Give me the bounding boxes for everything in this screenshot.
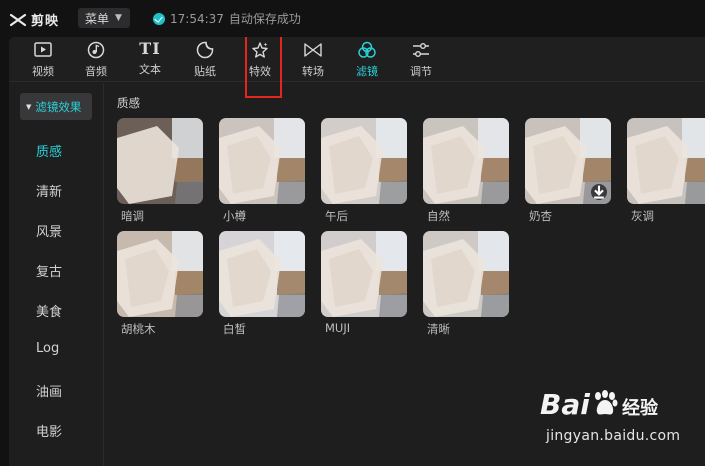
filter-preview-image — [219, 118, 305, 204]
filter-preview-image — [423, 118, 509, 204]
adjust-sliders-icon — [413, 43, 429, 57]
tab-video[interactable]: 视频 — [18, 37, 68, 82]
filter-preview-image — [627, 118, 705, 204]
app-logo: 剪映 — [9, 10, 59, 29]
filter-effects-header[interactable]: ▼ 滤镜效果 — [20, 93, 92, 120]
filter-thumbnail[interactable] — [321, 231, 407, 317]
category-item-landscape[interactable]: 风景 — [36, 221, 62, 240]
app-name: 剪映 — [31, 14, 60, 29]
filter-thumbnail[interactable] — [423, 118, 509, 204]
section-title: 质感 — [117, 96, 140, 110]
filter-label: 胡桃木 — [121, 322, 156, 336]
filter-preview-image — [117, 231, 203, 317]
menu-dropdown[interactable]: 菜单 ▼ — [78, 8, 130, 28]
watermark-url: jingyan.baidu.com — [546, 428, 681, 444]
filter-label: 清晰 — [427, 322, 450, 336]
tab-adjust[interactable]: 调节 — [396, 37, 446, 82]
filter-preview-image — [321, 231, 407, 317]
title-bar: 剪映 菜单 ▼ 17:54:37 自动保存成功 — [0, 0, 705, 36]
download-icon[interactable] — [591, 184, 607, 200]
tab-text[interactable]: TI 文本 — [125, 37, 175, 82]
media-toolbar: 视频 音频 TI 文本 贴纸 特效 转场 滤镜 调节 — [9, 37, 705, 98]
sticker-icon — [196, 41, 214, 59]
tab-filter[interactable]: 滤镜 — [342, 37, 392, 82]
tab-audio[interactable]: 音频 — [71, 37, 121, 82]
watermark-brand: Bai — [540, 388, 620, 421]
filter-label: 小樽 — [223, 209, 246, 223]
category-item-fresh[interactable]: 清新 — [36, 181, 62, 200]
filter-label: 白皙 — [223, 322, 246, 336]
filter-label: 午后 — [325, 209, 348, 223]
tab-transition[interactable]: 转场 — [288, 37, 338, 82]
save-text: 自动保存成功 — [228, 12, 301, 26]
filter-preview-image — [219, 231, 305, 317]
category-item-film[interactable]: 电影 — [36, 421, 62, 440]
text-tt-icon: TI — [139, 39, 161, 58]
category-item-texture[interactable]: 质感 — [36, 141, 62, 160]
category-item-log[interactable]: Log — [36, 341, 59, 356]
caret-down-icon: ▼ — [26, 102, 32, 111]
filter-thumbnail[interactable] — [117, 231, 203, 317]
filter-preview-image — [117, 118, 203, 204]
transition-bowtie-icon — [304, 43, 322, 57]
baidu-jingyan-watermark: Bai 经验 jingyan.baidu.com — [540, 380, 705, 466]
music-note-icon — [87, 41, 105, 59]
check-circle-icon — [153, 12, 165, 25]
filter-thumbnail[interactable] — [219, 118, 305, 204]
filter-thumbnail[interactable] — [525, 118, 611, 204]
filter-circles-icon — [358, 41, 376, 58]
filter-effects-label: 滤镜效果 — [35, 99, 82, 114]
filter-thumbnail[interactable] — [321, 118, 407, 204]
filter-label: 暗调 — [121, 209, 144, 223]
filter-preview-image — [423, 231, 509, 317]
filter-thumbnail[interactable] — [117, 118, 203, 204]
baidu-paw-icon — [594, 390, 618, 415]
chevron-down-icon: ▼ — [115, 13, 122, 23]
category-item-retro[interactable]: 复古 — [36, 261, 62, 280]
save-time: 17:54:37 — [170, 11, 224, 26]
save-status: 17:54:37 自动保存成功 — [153, 10, 301, 27]
filter-thumbnail[interactable] — [423, 231, 509, 317]
watermark-jingyan: 经验 — [622, 398, 658, 419]
category-item-food[interactable]: 美食 — [36, 301, 62, 320]
category-item-oil-painting[interactable]: 油画 — [36, 381, 62, 400]
filter-preview-image — [321, 118, 407, 204]
filter-category-sidebar: ▼ 滤镜效果 质感 清新 风景 复古 美食 Log 油画 电影 — [9, 83, 104, 466]
menu-label: 菜单 — [85, 11, 110, 26]
filter-label: MUJI — [325, 321, 351, 335]
capcut-logo-icon — [9, 13, 27, 26]
filter-label: 奶杏 — [529, 209, 552, 223]
filter-thumbnail[interactable] — [627, 118, 705, 204]
filter-label: 灰调 — [631, 209, 654, 223]
video-play-icon — [34, 42, 52, 57]
filter-label: 自然 — [427, 209, 450, 223]
filter-thumbnail[interactable] — [219, 231, 305, 317]
tab-sticker[interactable]: 贴纸 — [180, 37, 230, 82]
